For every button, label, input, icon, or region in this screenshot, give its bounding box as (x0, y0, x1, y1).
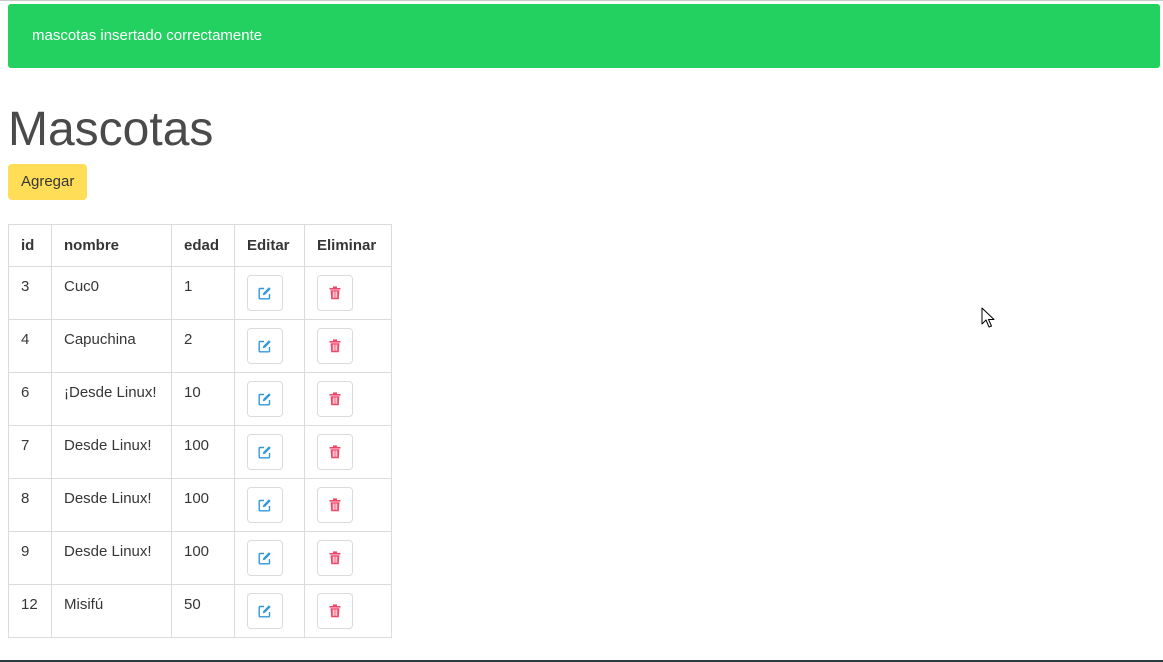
add-button[interactable]: Agregar (8, 164, 88, 200)
edit-button[interactable] (247, 487, 283, 523)
cell-nombre: Capuchina (51, 319, 172, 373)
edit-icon (258, 499, 271, 512)
edit-button[interactable] (247, 540, 283, 576)
trash-icon (329, 339, 341, 353)
table-row: 6 ¡Desde Linux! 10 (8, 372, 392, 426)
mouse-cursor-icon (981, 307, 995, 328)
cell-edad: 100 (171, 531, 235, 585)
cell-eliminar (304, 319, 392, 373)
edit-button[interactable] (247, 328, 283, 364)
edit-icon (258, 393, 271, 406)
notification-message: mascotas insertado correctamente (32, 27, 263, 44)
pets-table: id nombre edad Editar Eliminar 3 Cuc0 1 4 Ca… (8, 224, 392, 638)
trash-icon (329, 551, 341, 565)
delete-button[interactable] (317, 487, 353, 523)
cell-editar (234, 266, 305, 320)
cell-nombre: Desde Linux! (51, 531, 172, 585)
cell-edad: 2 (171, 319, 235, 373)
cell-editar (234, 584, 305, 638)
trash-icon (329, 286, 341, 300)
delete-button[interactable] (317, 328, 353, 364)
table-row: 12 Misifú 50 (8, 584, 392, 638)
table-row: 3 Cuc0 1 (8, 266, 392, 320)
edit-icon (258, 340, 271, 353)
cell-id: 8 (8, 478, 52, 532)
header-id: id (8, 224, 52, 267)
cell-editar (234, 372, 305, 426)
header-edad: edad (171, 224, 235, 267)
page-title: Mascotas (8, 103, 214, 156)
success-notification: mascotas insertado correctamente (8, 4, 1160, 68)
cell-id: 9 (8, 531, 52, 585)
table-row: 7 Desde Linux! 100 (8, 425, 392, 479)
edit-button[interactable] (247, 275, 283, 311)
cell-eliminar (304, 266, 392, 320)
cell-editar (234, 425, 305, 479)
cell-id: 3 (8, 266, 52, 320)
cell-eliminar (304, 372, 392, 426)
table-row: 4 Capuchina 2 (8, 319, 392, 373)
cell-edad: 50 (171, 584, 235, 638)
delete-button[interactable] (317, 275, 353, 311)
table-header-row: id nombre edad Editar Eliminar (8, 224, 392, 267)
cell-editar (234, 319, 305, 373)
cell-edad: 1 (171, 266, 235, 320)
trash-icon (329, 604, 341, 618)
cell-nombre: Desde Linux! (51, 425, 172, 479)
cell-editar (234, 531, 305, 585)
edit-icon (258, 552, 271, 565)
cell-edad: 100 (171, 478, 235, 532)
cell-editar (234, 478, 305, 532)
cell-edad: 100 (171, 425, 235, 479)
cell-nombre: Desde Linux! (51, 478, 172, 532)
edit-button[interactable] (247, 434, 283, 470)
cell-nombre: Misifú (51, 584, 172, 638)
cell-nombre: ¡Desde Linux! (51, 372, 172, 426)
cell-eliminar (304, 531, 392, 585)
header-editar: Editar (234, 224, 305, 267)
trash-icon (329, 445, 341, 459)
trash-icon (329, 498, 341, 512)
header-eliminar: Eliminar (304, 224, 392, 267)
top-border (0, 0, 1163, 1)
edit-icon (258, 446, 271, 459)
header-nombre: nombre (51, 224, 172, 267)
table-row: 8 Desde Linux! 100 (8, 478, 392, 532)
cell-edad: 10 (171, 372, 235, 426)
edit-icon (258, 287, 271, 300)
cell-eliminar (304, 584, 392, 638)
cell-eliminar (304, 478, 392, 532)
trash-icon (329, 392, 341, 406)
cell-id: 12 (8, 584, 52, 638)
edit-icon (258, 605, 271, 618)
table-row: 9 Desde Linux! 100 (8, 531, 392, 585)
delete-button[interactable] (317, 381, 353, 417)
cell-id: 7 (8, 425, 52, 479)
cell-eliminar (304, 425, 392, 479)
cell-id: 4 (8, 319, 52, 373)
delete-button[interactable] (317, 593, 353, 629)
edit-button[interactable] (247, 381, 283, 417)
edit-button[interactable] (247, 593, 283, 629)
cell-nombre: Cuc0 (51, 266, 172, 320)
delete-button[interactable] (317, 540, 353, 576)
delete-button[interactable] (317, 434, 353, 470)
cell-id: 6 (8, 372, 52, 426)
